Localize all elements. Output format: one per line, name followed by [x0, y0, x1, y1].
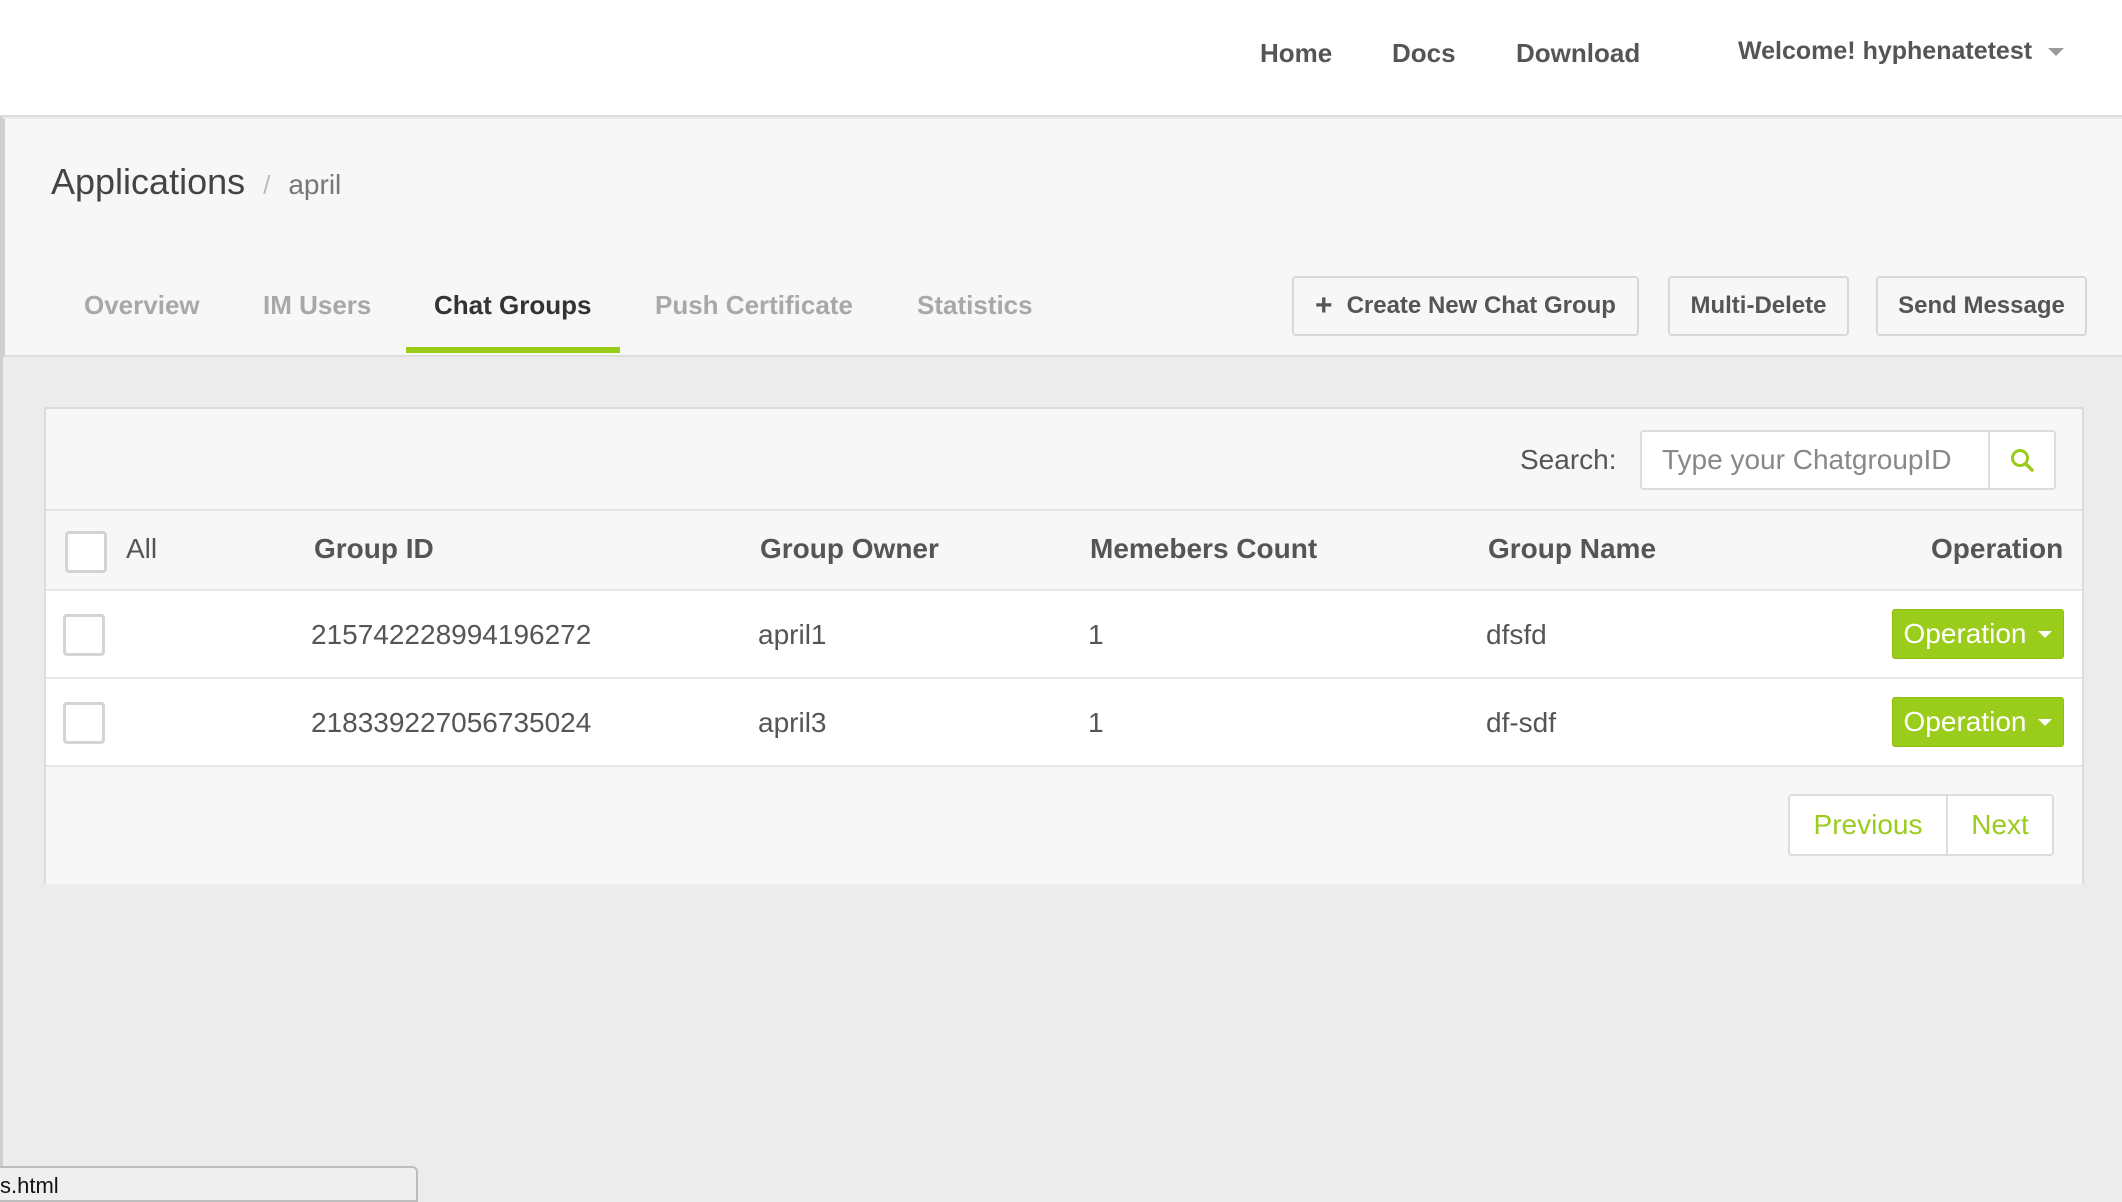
column-members-count: Memebers Count [1090, 533, 1318, 564]
browser-status-bar: s.html [0, 1166, 418, 1202]
page-header: Applications / april Overview IM Users C… [3, 119, 2122, 357]
group-id-cell: 218339227056735024 [311, 707, 592, 738]
column-operation: Operation [1931, 533, 2064, 564]
search-button[interactable] [1988, 430, 2056, 490]
table-row: 218339227056735024 april3 1 df-sdf Opera… [46, 679, 2082, 767]
nav-download-link[interactable]: Download [1516, 38, 1640, 69]
nav-docs-link[interactable]: Docs [1392, 38, 1456, 69]
select-all-checkbox[interactable] [65, 531, 107, 573]
search-label: Search: [1520, 444, 1617, 475]
members-count-cell: 1 [1088, 619, 1104, 650]
group-owner-cell: april3 [758, 707, 827, 738]
search-bar: Search: [46, 409, 2082, 511]
breadcrumb: Applications / april [51, 161, 341, 203]
search-icon [2011, 449, 2034, 472]
column-group-name: Group Name [1488, 533, 1657, 564]
create-chat-group-button[interactable]: + Create New Chat Group [1292, 276, 1639, 336]
select-all-label: All [126, 533, 158, 564]
previous-page-button[interactable]: Previous [1790, 796, 1946, 854]
breadcrumb-separator: / [263, 170, 271, 200]
group-id-cell: 215742228994196272 [311, 619, 592, 650]
column-group-id: Group ID [314, 533, 434, 564]
row-checkbox[interactable] [63, 614, 105, 656]
send-message-button[interactable]: Send Message [1876, 276, 2087, 336]
column-group-owner: Group Owner [760, 533, 939, 564]
tab-statistics[interactable]: Statistics [917, 290, 1033, 357]
top-navbar: Home Docs Download Welcome! hyphenatetes… [0, 0, 2122, 117]
members-count-cell: 1 [1088, 707, 1104, 738]
operation-label: Operation [1903, 618, 2027, 649]
table-header: All Group ID Group Owner Memebers Count … [46, 511, 2082, 591]
group-name-cell: df-sdf [1486, 707, 1557, 738]
next-page-button[interactable]: Next [1946, 796, 2052, 854]
group-owner-cell: april1 [758, 619, 827, 650]
table-row: 215742228994196272 april1 1 dfsfd Operat… [46, 591, 2082, 679]
nav-home-link[interactable]: Home [1260, 38, 1332, 69]
chat-groups-panel: Search: All Group ID Group Owner Memeber… [44, 407, 2084, 884]
user-menu-dropdown[interactable]: Welcome! hyphenatetest [1738, 37, 2065, 66]
user-greeting: Welcome! hyphenatetest [1738, 37, 2033, 65]
tab-push-certificate[interactable]: Push Certificate [655, 290, 853, 357]
pagination: Previous Next [1788, 794, 2054, 856]
breadcrumb-current: april [288, 169, 342, 200]
operation-dropdown-button[interactable]: Operation [1892, 609, 2064, 659]
active-tab-indicator [406, 347, 620, 353]
tab-overview[interactable]: Overview [84, 290, 200, 357]
tab-im-users[interactable]: IM Users [263, 290, 371, 357]
plus-icon: + [1315, 289, 1333, 322]
table-footer: Previous Next [46, 767, 2082, 884]
operation-label: Operation [1903, 706, 2027, 737]
operation-dropdown-button[interactable]: Operation [1892, 697, 2064, 747]
row-checkbox[interactable] [63, 702, 105, 744]
group-name-cell: dfsfd [1486, 619, 1547, 650]
breadcrumb-applications[interactable]: Applications [51, 161, 245, 203]
multi-delete-button[interactable]: Multi-Delete [1668, 276, 1849, 336]
caret-down-icon [2038, 718, 2053, 726]
caret-down-icon [2038, 630, 2053, 638]
search-input[interactable] [1640, 430, 1990, 490]
chevron-down-icon [2048, 47, 2065, 56]
create-chat-group-label: Create New Chat Group [1346, 292, 1616, 319]
